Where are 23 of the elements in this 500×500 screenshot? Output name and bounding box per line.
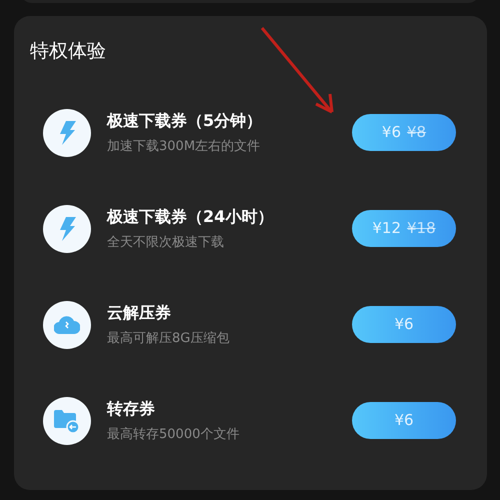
price-button[interactable]: ¥6 [352, 306, 456, 343]
price-button[interactable]: ¥6 [352, 402, 456, 439]
original-price: ¥8 [407, 122, 426, 144]
item-title: 云解压券 [107, 302, 171, 324]
item-title: 转存券 [107, 398, 155, 420]
item-description: 全天不限次极速下载 [107, 234, 224, 252]
section-title: 特权体验 [30, 39, 106, 64]
lightning-icon [58, 216, 76, 240]
item-description: 最高转存50000个文件 [107, 426, 240, 444]
price: ¥6 [382, 122, 401, 144]
item-title: 极速下载券（24小时） [107, 206, 274, 228]
lightning-icon [58, 120, 76, 144]
item-description: 加速下载300M左右的文件 [107, 138, 260, 156]
item-title: 极速下载券（5分钟） [107, 110, 262, 132]
price: ¥6 [394, 314, 414, 336]
cloud-icon [54, 316, 80, 334]
original-price: ¥18 [407, 218, 436, 240]
price: ¥12 [372, 218, 401, 240]
price: ¥6 [394, 410, 414, 432]
item-description: 最高可解压8G压缩包 [107, 330, 230, 348]
folder-icon [54, 408, 80, 432]
price-button[interactable]: ¥6 ¥8 [352, 114, 456, 151]
price-button[interactable]: ¥12 ¥18 [352, 210, 456, 247]
